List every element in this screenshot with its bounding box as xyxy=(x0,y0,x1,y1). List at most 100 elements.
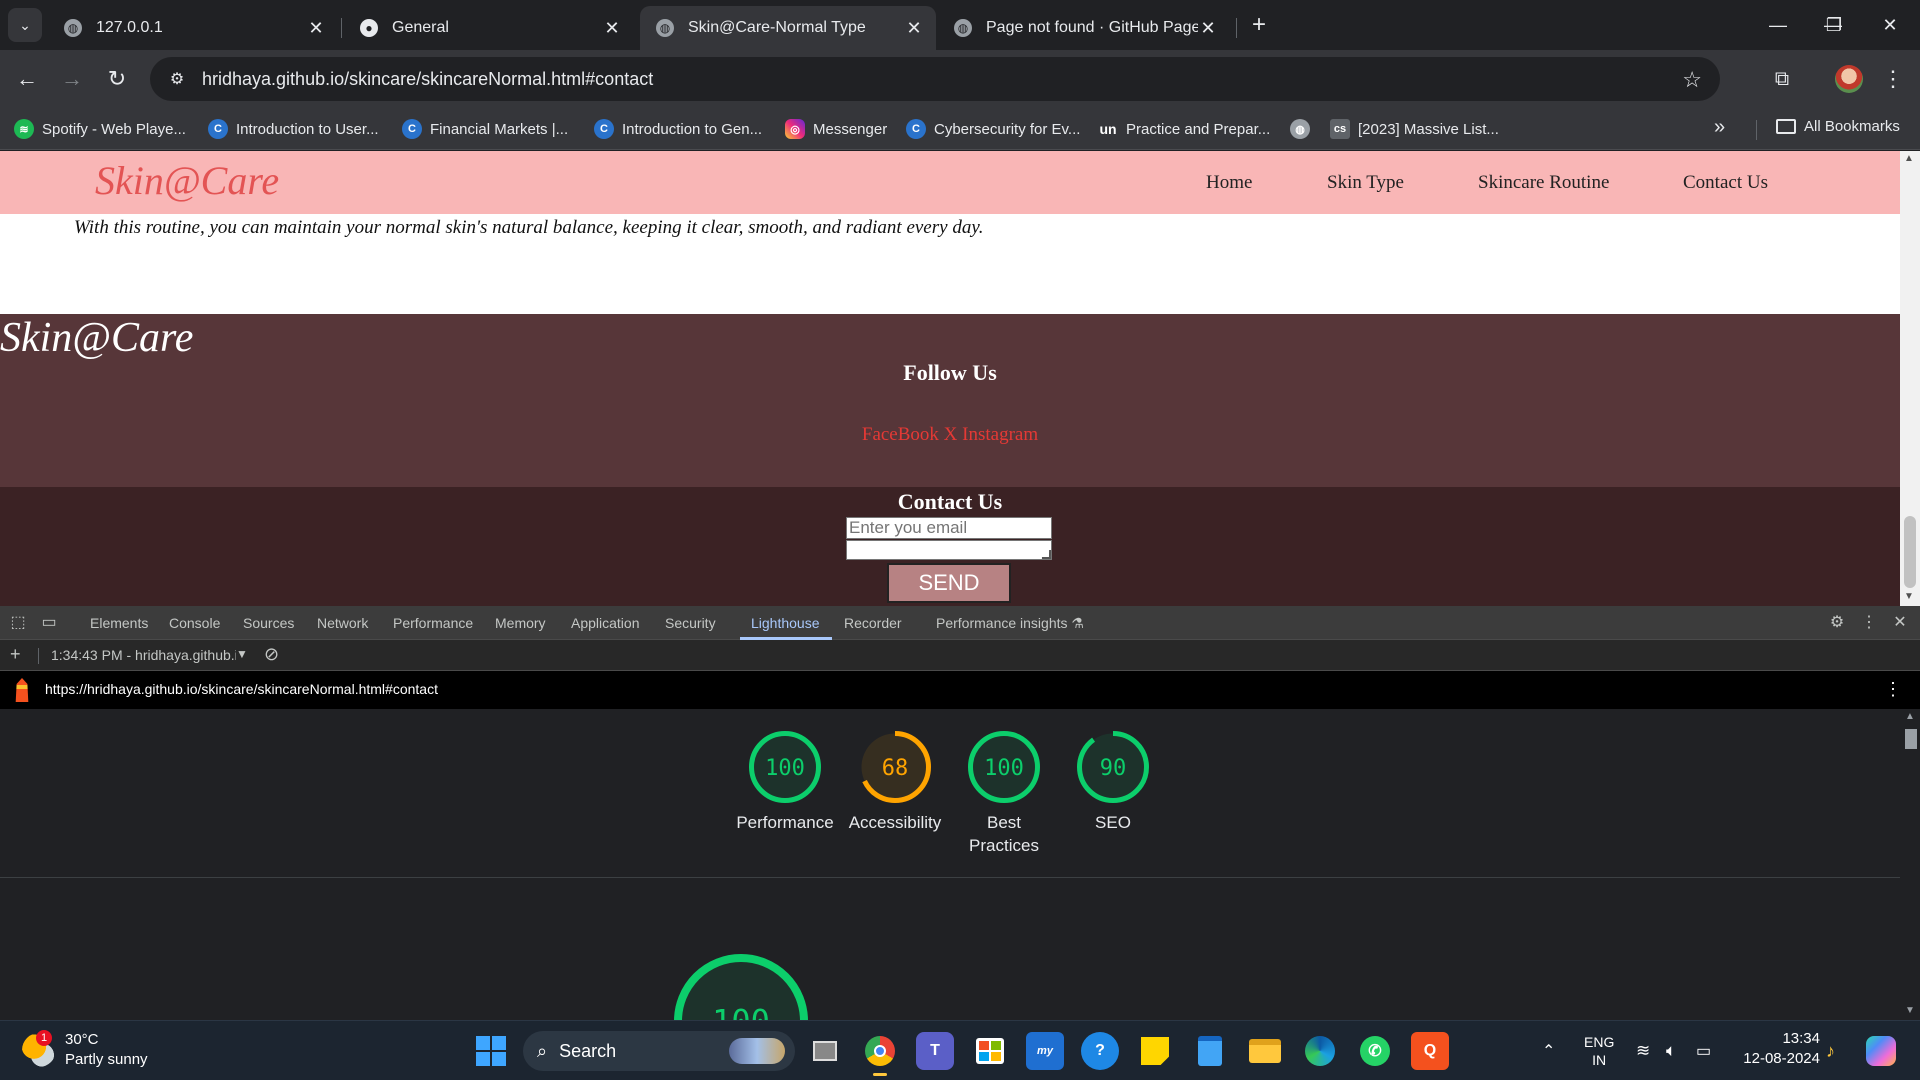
chrome-taskbar-icon[interactable] xyxy=(861,1032,899,1076)
close-icon[interactable]: ✕ xyxy=(602,18,622,39)
scrollbar-thumb[interactable] xyxy=(1905,729,1917,749)
clear-icon[interactable]: ⊘ xyxy=(264,644,279,665)
extensions-icon[interactable]: ⧉ xyxy=(1765,62,1799,96)
gauge-accessibility[interactable]: 68 Accessibility xyxy=(840,729,950,834)
help-icon[interactable]: ? xyxy=(1081,1032,1119,1070)
devtools-tab-recorder[interactable]: Recorder xyxy=(844,615,902,631)
device-toolbar-icon[interactable]: ▭ xyxy=(38,612,60,634)
more-bookmarks-icon[interactable]: » xyxy=(1714,116,1725,139)
report-selector[interactable]: 1:34:43 PM - hridhaya.github.i xyxy=(51,647,236,663)
forward-button[interactable]: → xyxy=(55,62,89,96)
copilot-icon[interactable] xyxy=(1866,1021,1896,1080)
nav-skin-type[interactable]: Skin Type xyxy=(1327,172,1404,194)
bookmark-intro-user[interactable]: C Introduction to User... xyxy=(208,118,379,140)
nav-contact-us[interactable]: Contact Us xyxy=(1683,172,1768,194)
weather-widget[interactable]: 1 30°C Partly sunny xyxy=(22,1030,148,1070)
report-url[interactable]: https://hridhaya.github.io/skincare/skin… xyxy=(45,681,438,697)
bookmark-messenger[interactable]: ◎ Messenger xyxy=(785,118,887,140)
email-field[interactable] xyxy=(846,517,1052,539)
restore-button[interactable]: ❐ xyxy=(1806,0,1862,50)
chevron-down-icon[interactable]: ▼ xyxy=(236,647,248,661)
notifications-bell-icon[interactable]: ♪ xyxy=(1826,1021,1835,1080)
bookmark-financial-markets[interactable]: C Financial Markets |... xyxy=(402,118,568,140)
taskbar-search[interactable]: ⌕ Search xyxy=(523,1031,795,1071)
gauge-performance[interactable]: 100 Performance xyxy=(730,729,840,834)
scroll-up-icon[interactable]: ▲ xyxy=(1904,153,1914,164)
send-button[interactable]: SEND xyxy=(887,563,1011,603)
bookmark-massive-list[interactable]: cs [2023] Massive List... xyxy=(1330,118,1499,140)
scroll-up-icon[interactable]: ▲ xyxy=(1905,711,1915,722)
devtools-scrollbar[interactable]: ▲ ▼ xyxy=(1900,709,1920,1020)
new-report-icon[interactable]: + xyxy=(10,644,21,665)
devtools-tab-performance[interactable]: Performance xyxy=(393,615,473,631)
start-button[interactable] xyxy=(472,1032,510,1070)
wifi-icon[interactable]: ≋ xyxy=(1636,1021,1650,1080)
gauge-seo[interactable]: 90 SEO xyxy=(1058,729,1168,834)
bookmark-practice[interactable]: un Practice and Prepar... xyxy=(1098,118,1270,140)
window-close-button[interactable]: ✕ xyxy=(1862,0,1918,50)
edge-icon[interactable] xyxy=(1301,1032,1339,1070)
site-logo[interactable]: Skin@Care xyxy=(95,157,279,204)
devtools-tab-application[interactable]: Application xyxy=(571,615,640,631)
reload-button[interactable]: ↻ xyxy=(100,62,134,96)
scrollbar-thumb[interactable] xyxy=(1904,516,1916,588)
devtools-menu-icon[interactable]: ⋮ xyxy=(1858,612,1880,634)
bookmark-spotify[interactable]: ≋ Spotify - Web Playe... xyxy=(14,118,186,140)
sticky-notes-icon[interactable] xyxy=(1136,1032,1174,1070)
mylio-icon[interactable]: my xyxy=(1026,1032,1064,1070)
minimize-button[interactable]: — xyxy=(1750,0,1806,50)
q-app-icon[interactable]: Q xyxy=(1411,1032,1449,1070)
message-textarea[interactable] xyxy=(846,540,1052,560)
whatsapp-icon[interactable]: ✆ xyxy=(1356,1032,1394,1070)
bookmark-intro-gen[interactable]: C Introduction to Gen... xyxy=(594,118,762,140)
scroll-down-icon[interactable]: ▼ xyxy=(1905,1005,1915,1016)
volume-icon[interactable]: 🔈︎ xyxy=(1666,1021,1676,1080)
bookmark-globe[interactable]: ◍ xyxy=(1290,118,1318,140)
chrome-menu-icon[interactable]: ⋮ xyxy=(1878,62,1908,96)
close-icon[interactable]: ✕ xyxy=(1198,18,1218,39)
devtools-tab-lighthouse[interactable]: Lighthouse xyxy=(751,615,820,631)
store-icon[interactable] xyxy=(971,1032,1009,1070)
language-indicator[interactable]: ENG IN xyxy=(1584,1021,1614,1080)
file-explorer-icon[interactable] xyxy=(1246,1032,1284,1070)
new-tab-button[interactable]: + xyxy=(1244,10,1274,40)
devtools-tab-sources[interactable]: Sources xyxy=(243,615,294,631)
devtools-tab-security[interactable]: Security xyxy=(665,615,716,631)
scroll-down-icon[interactable]: ▼ xyxy=(1904,591,1914,602)
devtools-tab-network[interactable]: Network xyxy=(317,615,368,631)
settings-gear-icon[interactable]: ⚙ xyxy=(1826,612,1848,634)
tab-localhost[interactable]: ◍ 127.0.0.1 ✕ xyxy=(48,6,338,50)
devtools-tab-memory[interactable]: Memory xyxy=(495,615,546,631)
back-button[interactable]: ← xyxy=(10,62,44,96)
teams-icon[interactable]: T xyxy=(916,1032,954,1070)
tab-search-button[interactable]: ⌄ xyxy=(8,8,42,42)
address-bar[interactable]: ⚙ hridhaya.github.io/skincare/skincareNo… xyxy=(150,57,1720,101)
gauge-best-practices[interactable]: 100 Best Practices xyxy=(949,729,1059,857)
battery-icon[interactable]: ▭ xyxy=(1696,1021,1711,1080)
social-links[interactable]: FaceBook X Instagram xyxy=(0,424,1900,446)
nav-home[interactable]: Home xyxy=(1206,172,1252,194)
inspect-element-icon[interactable]: ⬚ xyxy=(7,612,29,634)
show-hidden-icons[interactable]: ⌃ xyxy=(1542,1021,1555,1080)
url-text[interactable]: hridhaya.github.io/skincare/skincareNorm… xyxy=(202,69,653,90)
tab-page-not-found[interactable]: ◍ Page not found · GitHub Pages ✕ xyxy=(938,6,1230,50)
devtools-tab-performance-insights[interactable]: Performance insights ⚗ xyxy=(936,615,1084,632)
tab-skincare-normal[interactable]: ◍ Skin@Care-Normal Type ✕ xyxy=(640,6,936,50)
resize-grip-icon[interactable] xyxy=(1041,550,1052,559)
all-bookmarks-button[interactable]: All Bookmarks xyxy=(1776,118,1900,135)
devtools-tab-elements[interactable]: Elements xyxy=(90,615,148,631)
page-scrollbar[interactable]: ▲ ▼ xyxy=(1900,151,1920,606)
close-icon[interactable]: ✕ xyxy=(306,18,326,39)
close-icon[interactable]: ✕ xyxy=(904,18,924,39)
taskbar-clock[interactable]: 13:34 12-08-2024 xyxy=(1738,1029,1820,1069)
bookmark-cybersecurity[interactable]: C Cybersecurity for Ev... xyxy=(906,118,1080,140)
nav-skincare-routine[interactable]: Skincare Routine xyxy=(1478,172,1609,194)
report-menu-icon[interactable]: ⋮ xyxy=(1884,679,1902,700)
bookmark-star-icon[interactable]: ☆ xyxy=(1682,67,1702,93)
profile-avatar[interactable] xyxy=(1835,65,1863,93)
notepad-icon[interactable] xyxy=(1191,1032,1229,1070)
site-info-icon[interactable]: ⚙ xyxy=(164,69,190,89)
close-devtools-icon[interactable]: ✕ xyxy=(1889,612,1911,634)
task-view-icon[interactable] xyxy=(806,1032,844,1070)
devtools-tab-console[interactable]: Console xyxy=(169,615,220,631)
